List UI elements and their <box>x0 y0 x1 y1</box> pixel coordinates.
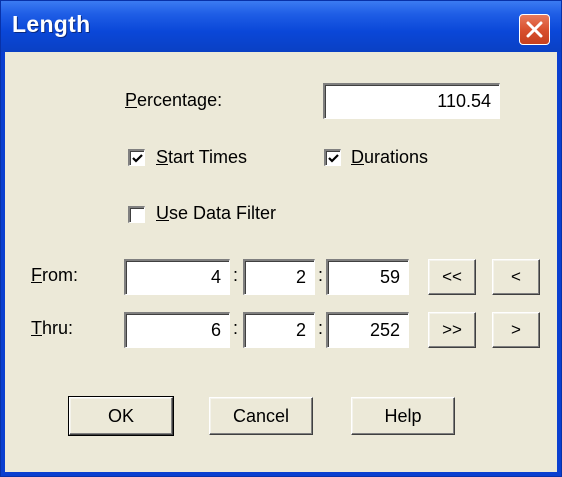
checkmark-icon <box>132 154 143 163</box>
from-beat-input[interactable]: 2 <box>243 259 315 295</box>
dialog-body: Percentage: 110.54 Start Times Durations… <box>5 52 557 472</box>
first-button[interactable]: << <box>428 259 476 295</box>
ok-button[interactable]: OK <box>68 396 174 436</box>
thru-separator-1: : <box>233 318 239 338</box>
dialog-window: Length Percentage: 110.54 Start Times Du… <box>0 0 562 477</box>
cancel-button[interactable]: Cancel <box>209 397 313 435</box>
start-times-checkbox[interactable] <box>128 149 145 166</box>
use-data-filter-checkbox[interactable] <box>128 206 145 223</box>
percentage-input[interactable]: 110.54 <box>323 83 500 119</box>
start-times-label[interactable]: Start Times <box>156 147 247 168</box>
thru-separator-2: : <box>318 318 324 338</box>
close-button[interactable] <box>519 14 550 45</box>
thru-label: Thru: <box>31 318 74 338</box>
last-button[interactable]: >> <box>428 312 476 348</box>
from-tick-input[interactable]: 59 <box>326 259 409 295</box>
help-button[interactable]: Help <box>351 397 455 435</box>
checkmark-icon <box>328 154 339 163</box>
durations-checkbox[interactable] <box>324 149 341 166</box>
thru-tick-input[interactable]: 252 <box>326 312 409 348</box>
window-title: Length <box>12 11 91 37</box>
thru-beat-input[interactable]: 2 <box>243 312 315 348</box>
use-data-filter-label[interactable]: Use Data Filter <box>156 203 276 224</box>
durations-label[interactable]: Durations <box>351 147 428 168</box>
percentage-label: Percentage: <box>125 90 223 110</box>
from-bar-input[interactable]: 4 <box>124 259 230 295</box>
from-label: From: <box>31 265 78 285</box>
title-bar[interactable]: Length <box>1 1 561 52</box>
from-separator-1: : <box>233 265 239 285</box>
thru-bar-input[interactable]: 6 <box>124 312 230 348</box>
previous-button[interactable]: < <box>492 259 540 295</box>
close-icon <box>526 21 543 38</box>
from-separator-2: : <box>318 265 324 285</box>
next-button[interactable]: > <box>492 312 540 348</box>
